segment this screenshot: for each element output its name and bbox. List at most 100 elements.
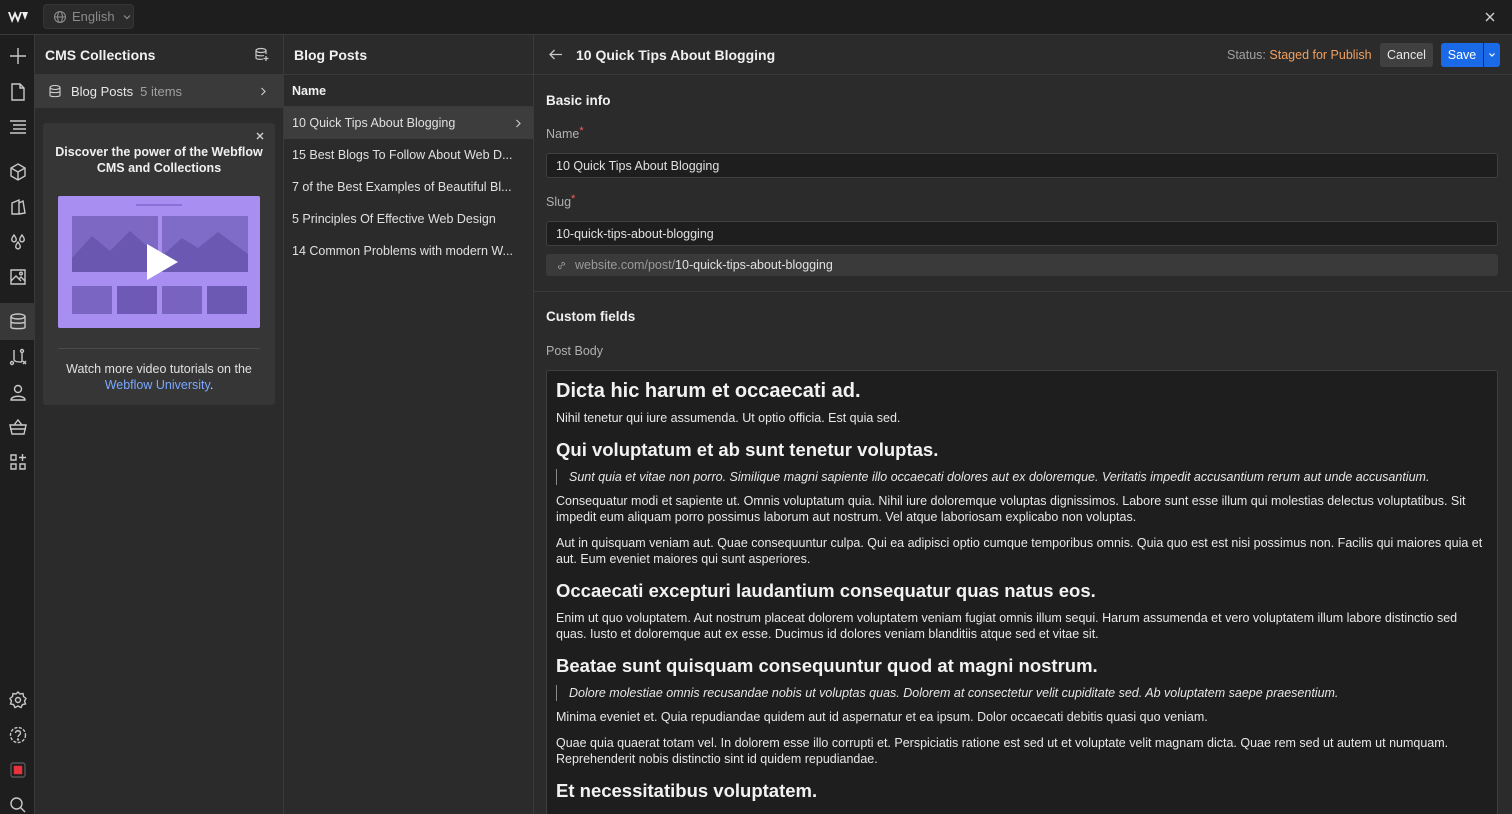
item-name: 15 Best Blogs To Follow About Web D...: [292, 148, 513, 162]
item-editor: 10 Quick Tips About Blogging Status: Sta…: [534, 35, 1512, 814]
body-quote: Sunt quia et vitae non porro. Similique …: [556, 469, 1488, 485]
slug-label-text: Slug: [546, 195, 572, 209]
custom-fields-title: Custom fields: [546, 309, 636, 324]
left-toolbar: [0, 35, 35, 814]
post-body-editor[interactable]: Dicta hic harum et occaecati ad. Nihil t…: [546, 370, 1498, 814]
collection-item-blog-posts[interactable]: Blog Posts 5 items: [35, 75, 283, 108]
assets-icon[interactable]: [6, 265, 29, 288]
slug-value: 10-quick-tips-about-blogging: [556, 226, 714, 241]
body-heading: Occaecati excepturi laudantium consequat…: [556, 580, 1096, 601]
chevron-right-icon: [261, 87, 266, 96]
promo-footer-text: Watch more video tutorials on the Webflo…: [53, 361, 265, 393]
body-paragraph: Quae quia quaerat totam vel. In dolorem …: [556, 736, 1449, 766]
add-icon[interactable]: [6, 44, 29, 67]
promo-text-suffix: .: [209, 378, 214, 392]
body-paragraph: Aut in quisquam veniam aut. Quae consequ…: [556, 536, 1483, 566]
slug-field[interactable]: 10-quick-tips-about-blogging: [546, 221, 1498, 246]
item-name: 10 Quick Tips About Blogging: [292, 116, 456, 130]
webflow-university-link[interactable]: Webflow University: [105, 378, 210, 392]
chevron-down-icon: [123, 14, 131, 19]
item-name: 5 Principles Of Effective Web Design: [292, 212, 496, 226]
basic-info-title: Basic info: [546, 93, 611, 108]
collection-name: Blog Posts: [71, 84, 134, 99]
body-paragraph: Nihil tenetur qui iure assumenda. Ut opt…: [556, 411, 901, 425]
save-options-button[interactable]: [1484, 43, 1500, 67]
language-label: English: [72, 9, 115, 24]
settings-icon[interactable]: [6, 688, 29, 711]
collection-count: 5 items: [140, 84, 183, 99]
logic-icon[interactable]: [6, 345, 29, 368]
save-button[interactable]: Save: [1441, 43, 1483, 67]
globe-icon: [53, 10, 67, 23]
language-selector[interactable]: English: [43, 4, 134, 29]
name-field[interactable]: 10 Quick Tips About Blogging: [546, 153, 1498, 178]
item-name: 14 Common Problems with modern W...: [292, 244, 513, 258]
close-promo-icon[interactable]: [255, 131, 265, 141]
name-column-header[interactable]: Name: [284, 75, 533, 107]
add-collection-icon[interactable]: [254, 47, 269, 62]
list-item[interactable]: 7 of the Best Examples of Beautiful Bl..…: [284, 171, 533, 203]
items-title: Blog Posts: [294, 46, 368, 63]
variables-icon[interactable]: [6, 230, 29, 253]
status-label: Status:: [1227, 48, 1266, 62]
list-item[interactable]: 10 Quick Tips About Blogging: [284, 107, 533, 139]
chevron-right-icon: [516, 119, 521, 128]
record-icon[interactable]: [6, 758, 29, 781]
search-icon[interactable]: [6, 793, 29, 814]
body-heading: Qui voluptatum et ab sunt tenetur volupt…: [556, 439, 939, 460]
webflow-logo[interactable]: [7, 8, 29, 26]
cms-icon[interactable]: [6, 310, 29, 333]
back-arrow-icon[interactable]: [548, 48, 563, 61]
ecommerce-icon[interactable]: [6, 415, 29, 438]
editor-header: 10 Quick Tips About Blogging Status: Sta…: [534, 35, 1512, 75]
navigator-icon[interactable]: [6, 115, 29, 138]
close-icon[interactable]: [1482, 9, 1498, 25]
collections-title: CMS Collections: [45, 46, 156, 63]
item-name: 7 of the Best Examples of Beautiful Bl..…: [292, 180, 512, 194]
components-icon[interactable]: [6, 160, 29, 183]
body-paragraph: Consequatur modi et sapiente ut. Omnis v…: [556, 494, 1466, 524]
cms-collections-panel: CMS Collections Blog Posts 5 items Disco…: [35, 35, 284, 814]
page-icon[interactable]: [6, 80, 29, 103]
body-quote: Dolore molestiae omnis recusandae nobis …: [556, 685, 1488, 701]
status-badge: Staged for Publish: [1269, 48, 1372, 62]
body-heading: Et necessitatibus voluptatem.: [556, 780, 818, 801]
list-item[interactable]: 14 Common Problems with modern W...: [284, 235, 533, 267]
required-marker: *: [571, 193, 576, 205]
collections-header: CMS Collections: [35, 35, 283, 75]
editor-title: 10 Quick Tips About Blogging: [576, 47, 776, 63]
name-label-text: Name: [546, 127, 580, 141]
cms-promo-card: Discover the power of the Webflow CMS an…: [43, 123, 275, 405]
items-header: Blog Posts: [284, 35, 533, 75]
cancel-button[interactable]: Cancel: [1380, 43, 1433, 67]
style-manager-icon[interactable]: [6, 195, 29, 218]
body-paragraph: Minima eveniet et. Quia repudiandae quid…: [556, 710, 1208, 724]
promo-title: Discover the power of the Webflow CMS an…: [55, 145, 263, 175]
slug-preview-prefix: website.com/post/: [575, 258, 676, 272]
status-text: Status: Staged for Publish: [1227, 48, 1372, 62]
section-divider: [534, 291, 1512, 292]
list-item[interactable]: 15 Best Blogs To Follow About Web D...: [284, 139, 533, 171]
blog-posts-panel: Blog Posts Name 10 Quick Tips About Blog…: [284, 35, 534, 814]
promo-video-thumbnail[interactable]: [58, 196, 260, 328]
promo-text-prefix: Watch more video tutorials on the: [66, 362, 252, 376]
top-bar: English: [0, 0, 1512, 35]
chevron-down-icon: [1489, 53, 1495, 57]
slug-preview-value: 10-quick-tips-about-blogging: [675, 258, 833, 272]
name-label: Name*: [546, 125, 584, 141]
slug-url-preview: website.com/post/10-quick-tips-about-blo…: [546, 254, 1498, 276]
slug-label: Slug*: [546, 193, 576, 209]
video-preview-graphic: [58, 196, 260, 328]
required-marker: *: [579, 125, 584, 137]
database-icon: [49, 85, 61, 98]
users-icon[interactable]: [6, 380, 29, 403]
help-icon[interactable]: [6, 723, 29, 746]
body-heading: Dicta hic harum et occaecati ad.: [556, 380, 861, 402]
list-item[interactable]: 5 Principles Of Effective Web Design: [284, 203, 533, 235]
body-heading: Beatae sunt quisquam consequuntur quod a…: [556, 655, 1098, 676]
name-value: 10 Quick Tips About Blogging: [556, 158, 720, 173]
promo-divider: [58, 348, 260, 349]
apps-icon[interactable]: [6, 450, 29, 473]
link-icon: [557, 261, 566, 269]
body-paragraph: Enim ut quo voluptatem. Aut nostrum plac…: [556, 611, 1458, 641]
